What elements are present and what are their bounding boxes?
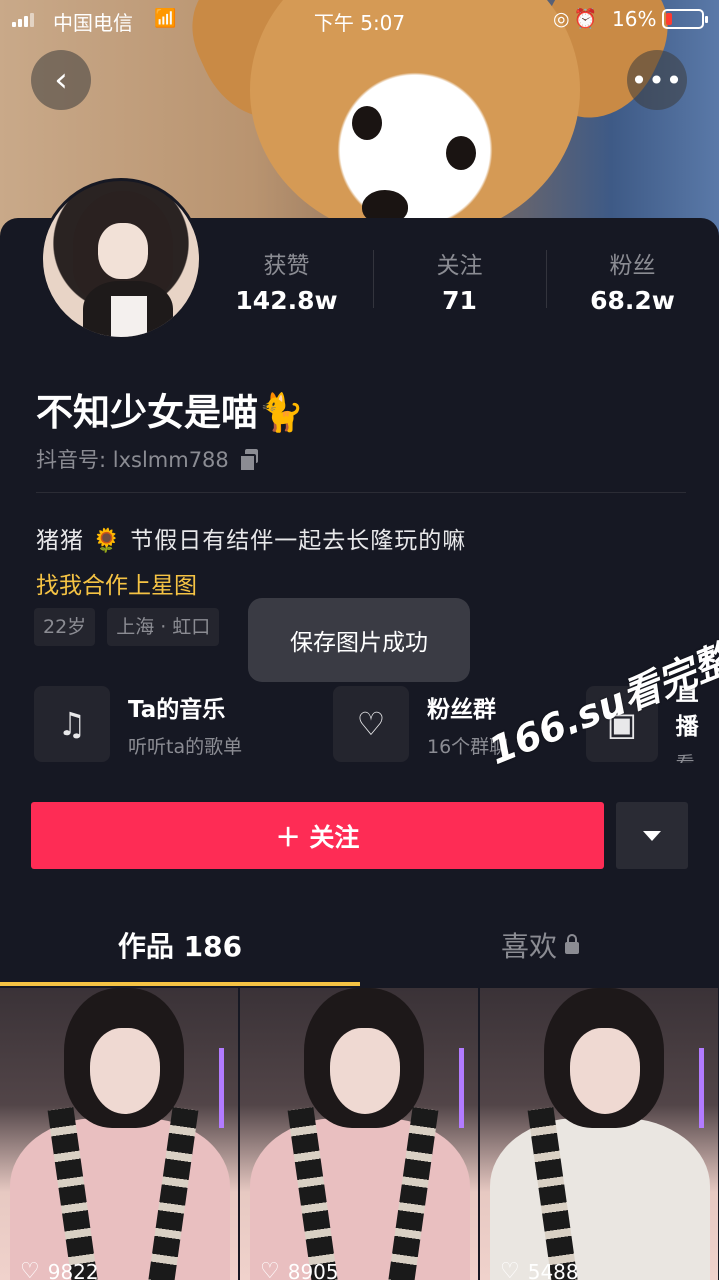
account-id-text: 抖音号: lxslmm788 [36,448,229,472]
stat-value: 68.2w [590,286,675,315]
likes-count: 8905 [287,1259,339,1280]
back-button[interactable]: ‹ [31,50,91,110]
more-options-button[interactable]: ••• [627,50,687,110]
toast-message: 保存图片成功 [248,598,470,682]
active-tab-indicator [0,982,360,986]
video-thumbnail[interactable]: ♡ 8905 [240,988,478,1280]
music-note-icon: ♫ [34,686,110,762]
account-id[interactable]: 抖音号: lxslmm788 [36,444,259,474]
age-tag: 22岁 [34,608,96,646]
lock-icon [565,934,579,954]
avatar[interactable] [40,178,202,340]
battery-percent: 16% [612,7,657,31]
stat-likes[interactable]: 获赞 142.8w [200,246,373,316]
profile-stats: 获赞 142.8w 关注 71 粉丝 68.2w [200,246,719,316]
stat-followers[interactable]: 粉丝 68.2w [546,246,719,316]
profile-tags: 22岁 上海 · 虹口 [34,608,220,646]
video-thumbnail[interactable]: ♡ 5488 [480,988,718,1280]
stat-value: 71 [442,286,477,315]
video-grid: ♡ 9822 ♡ 8905 ♡ 5488 [0,988,719,1280]
feature-subtitle: 听听ta的歌单 [128,735,243,758]
cooperate-link[interactable]: 找我合作上星图 [36,566,197,600]
status-bar: 中国电信 📶 下午 5:07 ◎⏰ 16% [0,0,719,40]
content-tabs: 作品 186 喜欢 [0,908,719,986]
heart-icon: ♡ [20,1259,40,1280]
tab-works[interactable]: 作品 186 [0,908,360,986]
video-likes: ♡ 8905 [260,1259,339,1280]
more-follow-options-button[interactable] [616,802,688,869]
heart-icon: ♡ [500,1259,520,1280]
heart-icon: ♡ [260,1259,280,1280]
cover-dog-eye [446,136,476,170]
chevron-left-icon: ‹ [54,60,68,100]
video-thumbnail[interactable]: ♡ 9822 [0,988,238,1280]
triangle-down-icon [643,830,661,841]
tab-label: 喜欢 [500,930,557,963]
follow-button[interactable]: ＋ 关注 [31,802,604,869]
nickname: 不知少女是喵🐈 [36,391,305,434]
battery-icon [662,9,708,29]
location-tag: 上海 · 虹口 [107,608,220,646]
video-likes: ♡ 9822 [20,1259,99,1280]
feature-subtitle: 看 [676,749,719,764]
stat-label: 获赞 [263,253,310,279]
feature-music[interactable]: ♫ Ta的音乐 听听ta的歌单 [34,685,242,763]
likes-count: 5488 [527,1259,579,1280]
divider [36,492,686,493]
copy-icon[interactable] [238,449,259,472]
bio: 猪猪 🌻 节假日有结伴一起去长隆玩的嘛 [36,528,467,554]
tab-likes[interactable]: 喜欢 [360,908,719,986]
likes-count: 9822 [47,1259,99,1280]
cover-dog-eye [352,106,382,140]
stat-following[interactable]: 关注 71 [373,246,546,316]
stat-value: 142.8w [235,286,338,315]
stat-label: 关注 [436,253,483,279]
feature-title: Ta的音乐 [128,696,226,723]
fans-group-icon: ♡ [333,686,409,762]
video-likes: ♡ 5488 [500,1259,579,1280]
alarm-icon: ◎⏰ [553,8,602,30]
more-dots-icon: ••• [630,63,684,97]
follow-label: ＋ 关注 [275,822,360,852]
tab-label: 作品 186 [117,930,243,963]
stat-label: 粉丝 [609,253,656,279]
